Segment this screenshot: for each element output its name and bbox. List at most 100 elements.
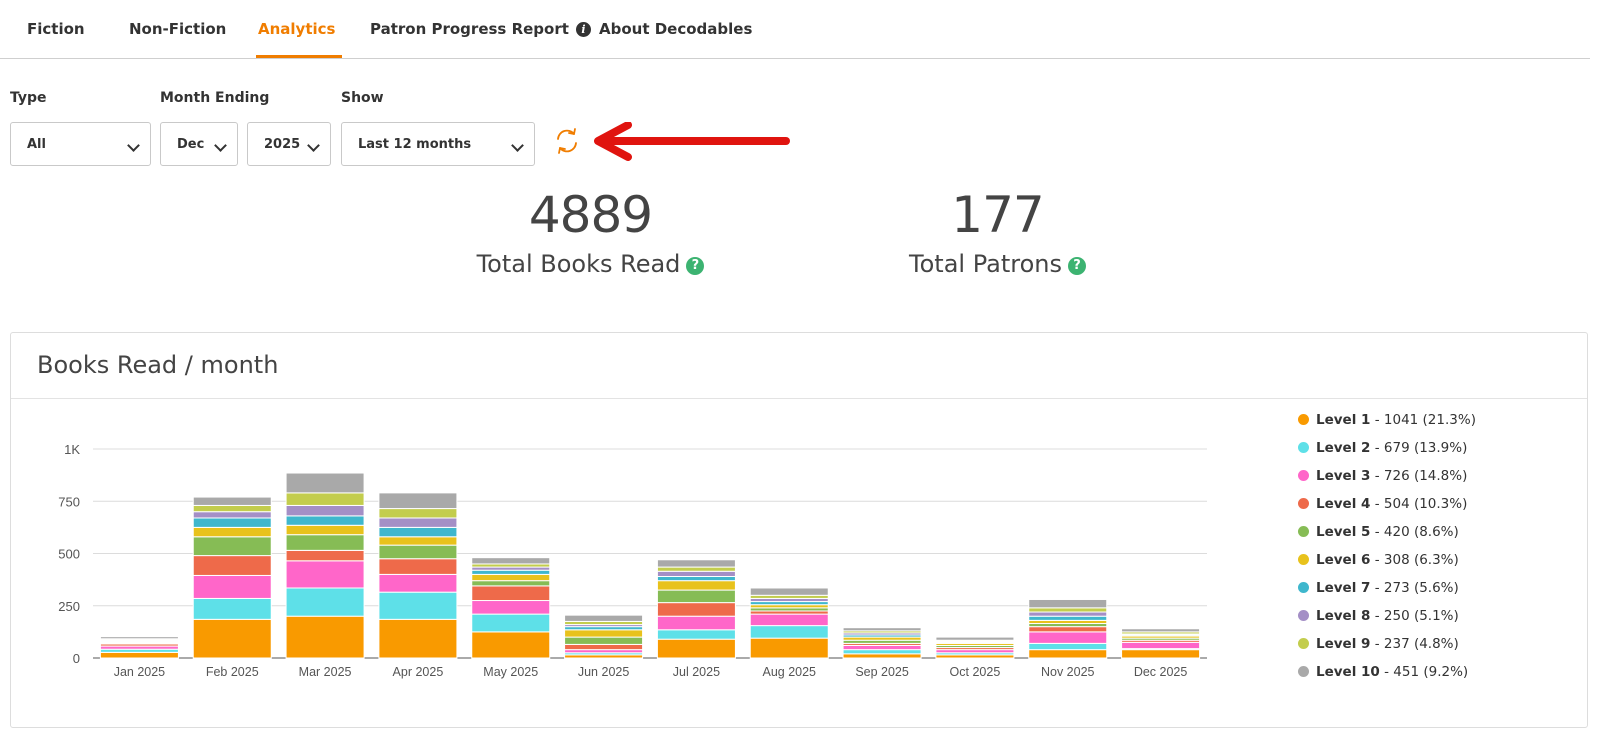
bar-segment — [656, 589, 736, 604]
bar-segment — [749, 613, 829, 627]
bar-segment — [656, 559, 736, 568]
bar-segment — [285, 504, 365, 517]
y-tick-label: 250 — [58, 599, 80, 614]
bar-segment — [378, 573, 458, 593]
bar-segment — [656, 575, 736, 582]
x-tick-label: Dec 2025 — [1134, 665, 1188, 679]
bar-segment — [842, 649, 922, 655]
y-tick-label: 1K — [64, 442, 80, 457]
bar-segment — [285, 492, 365, 506]
legend-item[interactable]: Level 8 - 250 (5.1%) — [1298, 608, 1476, 636]
legend-series-name: Level 5 — [1316, 524, 1371, 540]
legend-series-name: Level 9 — [1316, 636, 1371, 652]
legend-swatch — [1298, 610, 1309, 621]
x-tick-label: Mar 2025 — [299, 665, 352, 679]
x-tick-label: Sep 2025 — [855, 665, 909, 679]
legend-series-name: Level 2 — [1316, 440, 1371, 456]
bar-segment — [192, 574, 272, 599]
bar-segment — [378, 508, 458, 519]
bar-segment — [1028, 642, 1108, 651]
legend-item[interactable]: Level 5 - 420 (8.6%) — [1298, 524, 1476, 552]
legend-item[interactable]: Level 2 - 679 (13.9%) — [1298, 440, 1476, 468]
legend-series-count: - 1041 (21.3%) — [1370, 412, 1476, 428]
x-tick-label: May 2025 — [483, 665, 538, 679]
bar-segment — [471, 557, 551, 565]
legend-item[interactable]: Level 7 - 273 (5.6%) — [1298, 580, 1476, 608]
legend-swatch — [1298, 526, 1309, 537]
legend-swatch — [1298, 582, 1309, 593]
bar-segment — [1028, 615, 1108, 621]
bar-segment — [471, 631, 551, 659]
y-tick-label: 0 — [73, 651, 80, 666]
legend-item[interactable]: Level 1 - 1041 (21.3%) — [1298, 412, 1476, 440]
x-tick-label: Jul 2025 — [673, 665, 720, 679]
legend-swatch — [1298, 442, 1309, 453]
legend-item[interactable]: Level 4 - 504 (10.3%) — [1298, 496, 1476, 524]
legend-series-name: Level 10 — [1316, 664, 1380, 680]
bar-segment — [285, 534, 365, 551]
bar-segment — [749, 625, 829, 639]
bar-segment — [285, 472, 365, 494]
bar-segment — [656, 580, 736, 591]
legend-swatch — [1298, 414, 1309, 425]
x-tick-label: Oct 2025 — [950, 665, 1001, 679]
legend-series-count: - 420 (8.6%) — [1370, 524, 1459, 540]
bar-segment — [471, 600, 551, 615]
x-tick-label: Aug 2025 — [762, 665, 816, 679]
legend-series-count: - 451 (9.2%) — [1379, 664, 1469, 680]
legend-item[interactable]: Level 3 - 726 (14.8%) — [1298, 468, 1476, 496]
legend-series-count: - 504 (10.3%) — [1370, 496, 1468, 512]
bar-segment — [378, 536, 458, 546]
bar-segment — [192, 597, 272, 620]
x-tick-label: Feb 2025 — [206, 665, 259, 679]
y-tick-label: 750 — [58, 494, 80, 509]
bar-segment — [1028, 611, 1108, 617]
bar-segment — [99, 651, 179, 659]
bar-segment — [1121, 649, 1201, 659]
legend-series-count: - 237 (4.8%) — [1370, 636, 1459, 652]
x-tick-label: Apr 2025 — [393, 665, 444, 679]
legend-series-count: - 679 (13.9%) — [1370, 440, 1468, 456]
legend-series-name: Level 8 — [1316, 608, 1371, 624]
bar-segment — [192, 517, 272, 528]
bar-segment — [471, 573, 551, 582]
bar-segment — [749, 637, 829, 659]
bar-segment — [656, 566, 736, 572]
legend-series-name: Level 4 — [1316, 496, 1371, 512]
x-tick-label: Jan 2025 — [114, 665, 165, 679]
bar-segment — [842, 627, 922, 632]
bar-segment — [378, 591, 458, 620]
x-tick-label: Nov 2025 — [1041, 665, 1095, 679]
legend-series-count: - 250 (5.1%) — [1370, 608, 1459, 624]
bar-segment — [749, 587, 829, 596]
bar-segment — [378, 526, 458, 538]
bar-segment — [1121, 641, 1201, 650]
bar-segment — [378, 517, 458, 528]
bar-segment — [192, 618, 272, 659]
legend-series-count: - 273 (5.6%) — [1370, 580, 1459, 596]
bar-segment — [285, 515, 365, 526]
bar-segment — [935, 636, 1015, 641]
bar-segment — [564, 636, 644, 645]
bar-segment — [656, 629, 736, 640]
bar-segment — [378, 618, 458, 659]
bar-segment — [656, 615, 736, 631]
legend-series-name: Level 3 — [1316, 468, 1371, 484]
bar-segment — [842, 644, 922, 651]
legend-swatch — [1298, 638, 1309, 649]
legend-item[interactable]: Level 9 - 237 (4.8%) — [1298, 636, 1476, 664]
bar-segment — [378, 492, 458, 510]
bar-segment — [192, 555, 272, 576]
bar-segment — [285, 615, 365, 659]
bar-segment — [564, 614, 644, 622]
bar-segment — [656, 638, 736, 659]
legend-series-name: Level 1 — [1316, 412, 1371, 428]
x-tick-label: Jun 2025 — [578, 665, 629, 679]
bar-segment — [656, 570, 736, 577]
legend-item[interactable]: Level 6 - 308 (6.3%) — [1298, 552, 1476, 580]
bar-segment — [192, 496, 272, 506]
bar-segment — [564, 643, 644, 651]
bar-segment — [564, 629, 644, 638]
bar-segment — [471, 613, 551, 633]
legend-item[interactable]: Level 10 - 451 (9.2%) — [1298, 664, 1476, 692]
